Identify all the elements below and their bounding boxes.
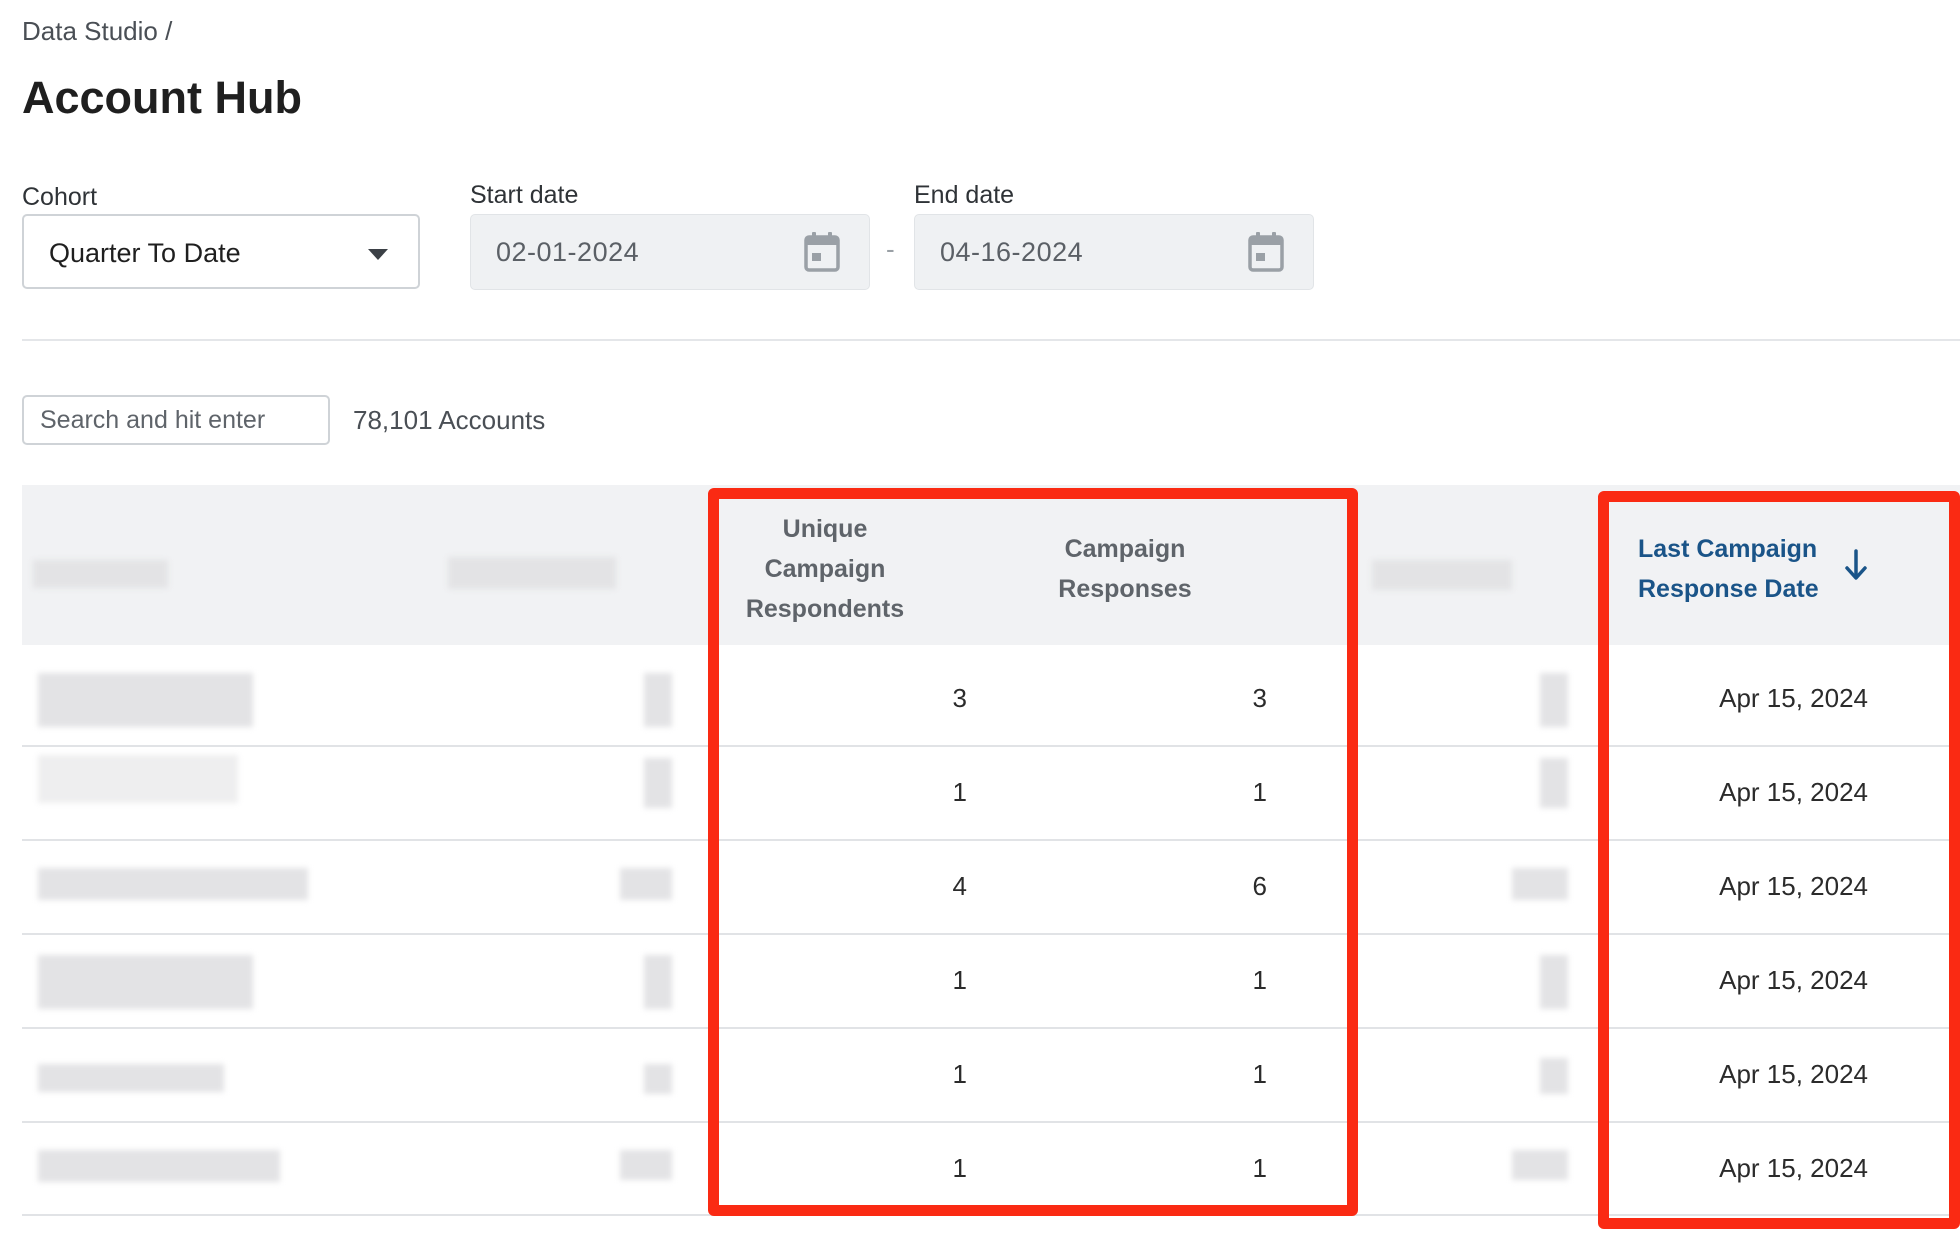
redacted-account-name xyxy=(38,1150,280,1182)
redacted-cell xyxy=(1540,673,1568,727)
redacted-cell xyxy=(1512,868,1568,900)
redacted-cell xyxy=(1540,758,1568,808)
redacted-cell xyxy=(1512,1150,1568,1180)
breadcrumb[interactable]: Data Studio / xyxy=(22,16,172,47)
redacted-account-name xyxy=(38,955,253,1009)
highlight-box-response-columns xyxy=(708,488,1358,1216)
calendar-icon[interactable] xyxy=(1247,231,1285,273)
redacted-account-name xyxy=(38,1064,224,1092)
end-date-value: 04-16-2024 xyxy=(940,237,1084,267)
redacted-cell xyxy=(644,1064,672,1094)
end-date-field[interactable]: 04-16-2024 xyxy=(914,214,1314,290)
redacted-account-name xyxy=(38,755,238,803)
calendar-icon[interactable] xyxy=(803,231,841,273)
search-input[interactable] xyxy=(22,395,330,445)
date-range-separator: - xyxy=(886,234,895,264)
redacted-cell xyxy=(644,955,672,1009)
highlight-box-date-column xyxy=(1598,491,1960,1229)
redacted-header-column xyxy=(1372,560,1512,590)
cohort-select[interactable]: Quarter To Date xyxy=(22,214,420,289)
redacted-cell xyxy=(644,673,672,727)
account-count: 78,101 Accounts xyxy=(353,405,546,435)
redacted-header-column xyxy=(448,557,616,589)
cohort-value: Quarter To Date xyxy=(49,238,241,268)
redacted-cell xyxy=(644,758,672,808)
section-divider xyxy=(22,339,1960,341)
start-date-value: 02-01-2024 xyxy=(496,237,640,267)
redacted-header-account xyxy=(33,560,168,588)
start-date-label: Start date xyxy=(470,181,579,209)
cohort-label: Cohort xyxy=(22,183,98,211)
redacted-cell xyxy=(1540,955,1568,1009)
redacted-account-name xyxy=(38,868,308,900)
redacted-account-name xyxy=(38,673,253,727)
redacted-cell xyxy=(620,868,672,900)
page-title: Account Hub xyxy=(22,72,302,123)
redacted-cell xyxy=(620,1150,672,1180)
start-date-field[interactable]: 02-01-2024 xyxy=(470,214,870,290)
redacted-cell xyxy=(1540,1058,1568,1094)
end-date-label: End date xyxy=(914,181,1015,209)
caret-down-icon xyxy=(368,249,388,260)
